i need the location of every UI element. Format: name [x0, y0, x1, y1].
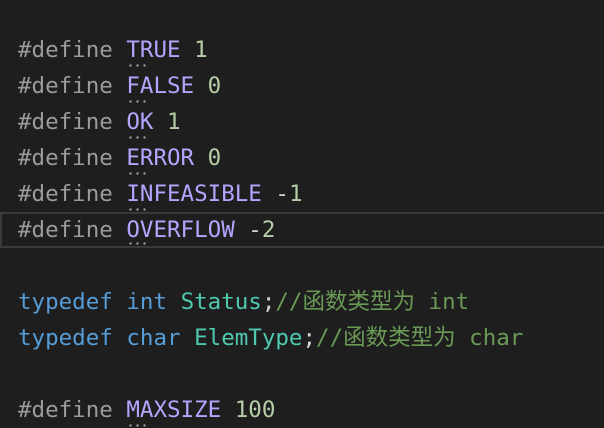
code-line-define-error[interactable]: #define ERROR 0 [0, 140, 604, 176]
code-line-define-false[interactable]: #define FALSE 0 [0, 68, 604, 104]
code-line-define-infeasible[interactable]: #define INFEASIBLE -1 [0, 176, 604, 212]
macro-name: OK [126, 104, 153, 140]
macro-value: 0 [207, 145, 222, 171]
code-editor[interactable]: #define TRUE 1 #define FALSE 0 #define O… [0, 32, 604, 427]
line-comment: //函数类型为 int [275, 289, 470, 315]
code-line-typedef-elemtype[interactable]: typedef char ElemType;//函数类型为 char [0, 320, 604, 356]
macro-name: TRUE [126, 32, 181, 68]
macro-value: 100 [234, 397, 276, 423]
typedef-keyword: typedef [18, 289, 113, 315]
code-line-define-true[interactable]: #define TRUE 1 [0, 32, 604, 68]
code-line-empty[interactable] [0, 356, 604, 392]
type-name: ElemType [194, 325, 303, 351]
macro-value: 2 [261, 217, 276, 243]
preprocessor-directive: #define [18, 217, 113, 243]
minus-operator: - [275, 181, 289, 207]
preprocessor-directive: #define [18, 181, 113, 207]
semicolon: ; [302, 325, 317, 351]
code-line-define-ok[interactable]: #define OK 1 [0, 104, 604, 140]
base-type: int [126, 289, 168, 315]
base-type: char [126, 325, 181, 351]
macro-name: ERROR [126, 140, 194, 176]
macro-name: OVERFLOW [126, 214, 235, 246]
code-line-typedef-status[interactable]: typedef int Status;//函数类型为 int [0, 284, 604, 320]
macro-value: 1 [167, 109, 181, 135]
code-line-define-overflow[interactable]: #define OVERFLOW -2 [0, 212, 604, 248]
macro-value: 1 [194, 37, 208, 63]
typedef-keyword: typedef [18, 325, 113, 351]
macro-name: INFEASIBLE [126, 176, 262, 212]
preprocessor-directive: #define [18, 37, 113, 63]
line-comment: //函数类型为 char [316, 325, 524, 351]
type-name: Status [180, 289, 262, 315]
macro-value: 0 [207, 73, 222, 99]
semicolon: ; [261, 289, 276, 315]
code-line-define-maxsize[interactable]: #define MAXSIZE 100 [0, 392, 604, 428]
preprocessor-directive: #define [18, 145, 113, 171]
preprocessor-directive: #define [18, 109, 113, 135]
preprocessor-directive: #define [18, 397, 113, 423]
minus-operator: - [248, 217, 262, 243]
macro-name: MAXSIZE [126, 392, 221, 428]
preprocessor-directive: #define [18, 73, 113, 99]
macro-value: 1 [288, 181, 303, 207]
macro-name: FALSE [126, 68, 194, 104]
code-line-empty[interactable] [0, 248, 604, 284]
